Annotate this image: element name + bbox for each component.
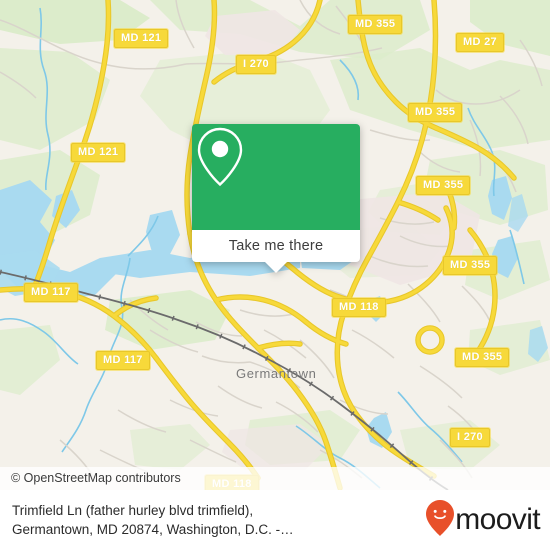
take-me-there-callout[interactable]: Take me there (192, 124, 360, 273)
map-canvas[interactable]: Germantown MD 121 I 270 MD 355 MD 27 MD … (0, 0, 550, 490)
road-shield-md-118[interactable]: MD 118 (332, 298, 386, 317)
road-shield-md-117-north[interactable]: MD 117 (24, 283, 78, 302)
road-shield-md-355-lower[interactable]: MD 355 (455, 348, 510, 367)
moovit-pin-icon (425, 499, 455, 542)
map-screenshot: Germantown MD 121 I 270 MD 355 MD 27 MD … (0, 0, 550, 550)
road-shield-md-121-west[interactable]: MD 121 (71, 143, 126, 162)
callout-action-bar[interactable]: Take me there (192, 230, 360, 262)
moovit-wordmark: moovit (455, 503, 540, 536)
road-shield-md-27[interactable]: MD 27 (456, 33, 504, 52)
callout-label: Take me there (228, 238, 324, 254)
location-title-line2: Germantown, MD 20874, Washington, D.C. -… (12, 522, 294, 537)
callout-tail (265, 262, 287, 273)
moovit-branding[interactable]: moovit (425, 499, 541, 542)
place-label-germantown: Germantown (236, 366, 317, 381)
road-shield-i-270-south[interactable]: I 270 (450, 428, 490, 447)
road-shield-md-121-north[interactable]: MD 121 (114, 29, 169, 48)
road-shield-md-117-south[interactable]: MD 117 (96, 351, 150, 370)
location-title-line1: Trimfield Ln (father hurley blvd trimfie… (12, 503, 254, 518)
location-title: Trimfield Ln (father hurley blvd trimfie… (12, 501, 417, 539)
road-shield-md-355-mid[interactable]: MD 355 (416, 176, 471, 195)
road-shield-i-270-north[interactable]: I 270 (236, 55, 276, 74)
road-shield-md-355-upper[interactable]: MD 355 (408, 103, 463, 122)
road-shield-md-355-top[interactable]: MD 355 (348, 15, 403, 34)
map-attribution[interactable]: © OpenStreetMap contributors (0, 467, 550, 490)
footer-bar: Trimfield Ln (father hurley blvd trimfie… (0, 490, 550, 550)
road-shield-md-355-right[interactable]: MD 355 (443, 256, 498, 275)
callout-pin-panel (192, 124, 360, 230)
